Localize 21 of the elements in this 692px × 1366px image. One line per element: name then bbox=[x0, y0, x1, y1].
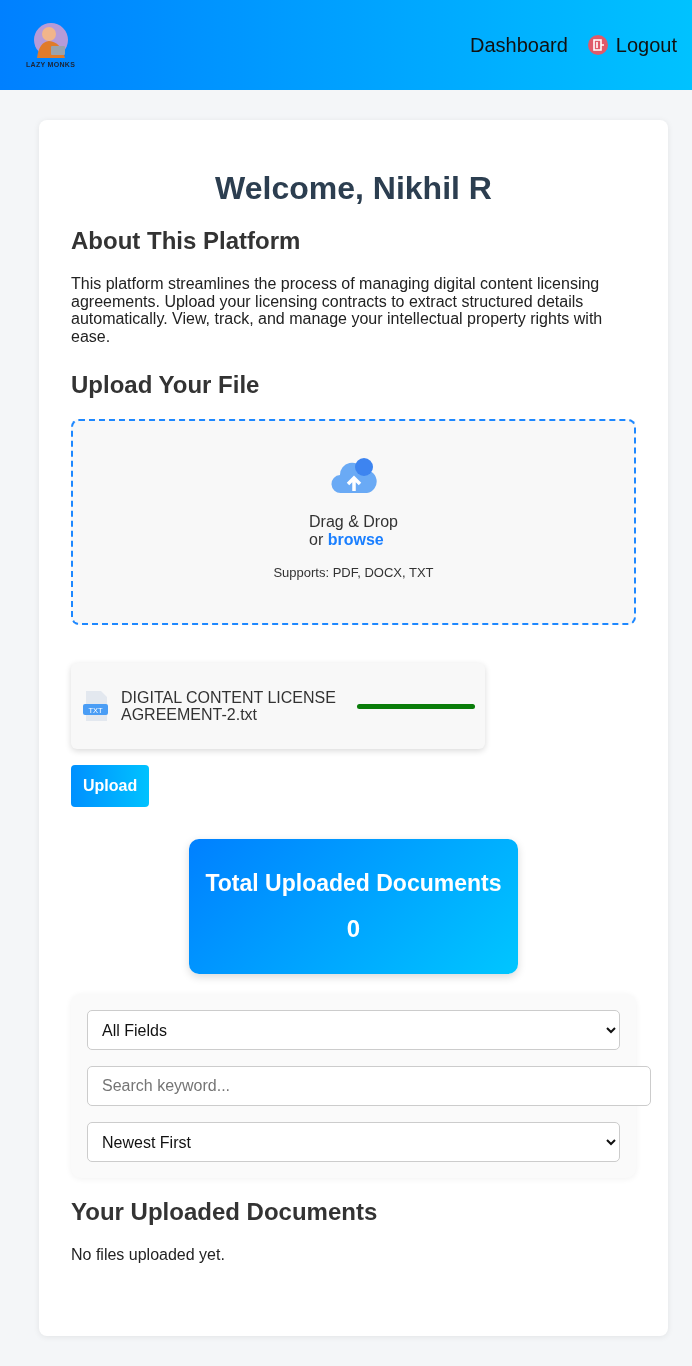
empty-message: No files uploaded yet. bbox=[71, 1246, 226, 1265]
dashboard-link[interactable]: Dashboard bbox=[470, 33, 568, 57]
section-heading: Your Uploaded Documents bbox=[71, 1198, 379, 1227]
browse-link[interactable]: browse bbox=[327, 530, 384, 548]
stats-count: 0 bbox=[346, 915, 361, 944]
cloud-upload-icon bbox=[330, 457, 377, 496]
drop-zone[interactable]: Drag & Drop or browse Supports: PDF, DOCX, TXT bbox=[71, 419, 636, 626]
or-text: or bbox=[309, 530, 324, 548]
stats-title: Total Uploaded Documents bbox=[205, 870, 502, 898]
section-heading: About This Platform bbox=[71, 227, 302, 255]
section-heading: Upload Your File bbox=[71, 371, 261, 400]
field-select[interactable]: All Fields bbox=[87, 1010, 620, 1051]
drop-text: Drag & Drop bbox=[309, 513, 398, 531]
file-name: DIGITAL CONTENT LICENSE AGREEMENT-2.txt bbox=[121, 688, 337, 724]
search-field[interactable]: Search keyword... bbox=[87, 1066, 651, 1107]
about-paragraph: This platform streamlines the process of managing digital content licensing agreements. Upload your licensing contracts to extract structured details automatically. View, track, and manage your intellectual property rights with ease. bbox=[71, 275, 604, 346]
welcome-heading: Welcome, Nikhil R bbox=[214, 170, 493, 207]
logout-link[interactable]: Logout bbox=[587, 33, 677, 57]
supported-formats-text: Supports: PDF, DOCX, TXT bbox=[273, 564, 434, 580]
door-icon bbox=[587, 35, 608, 55]
sort-select[interactable]: Newest First bbox=[87, 1122, 620, 1163]
